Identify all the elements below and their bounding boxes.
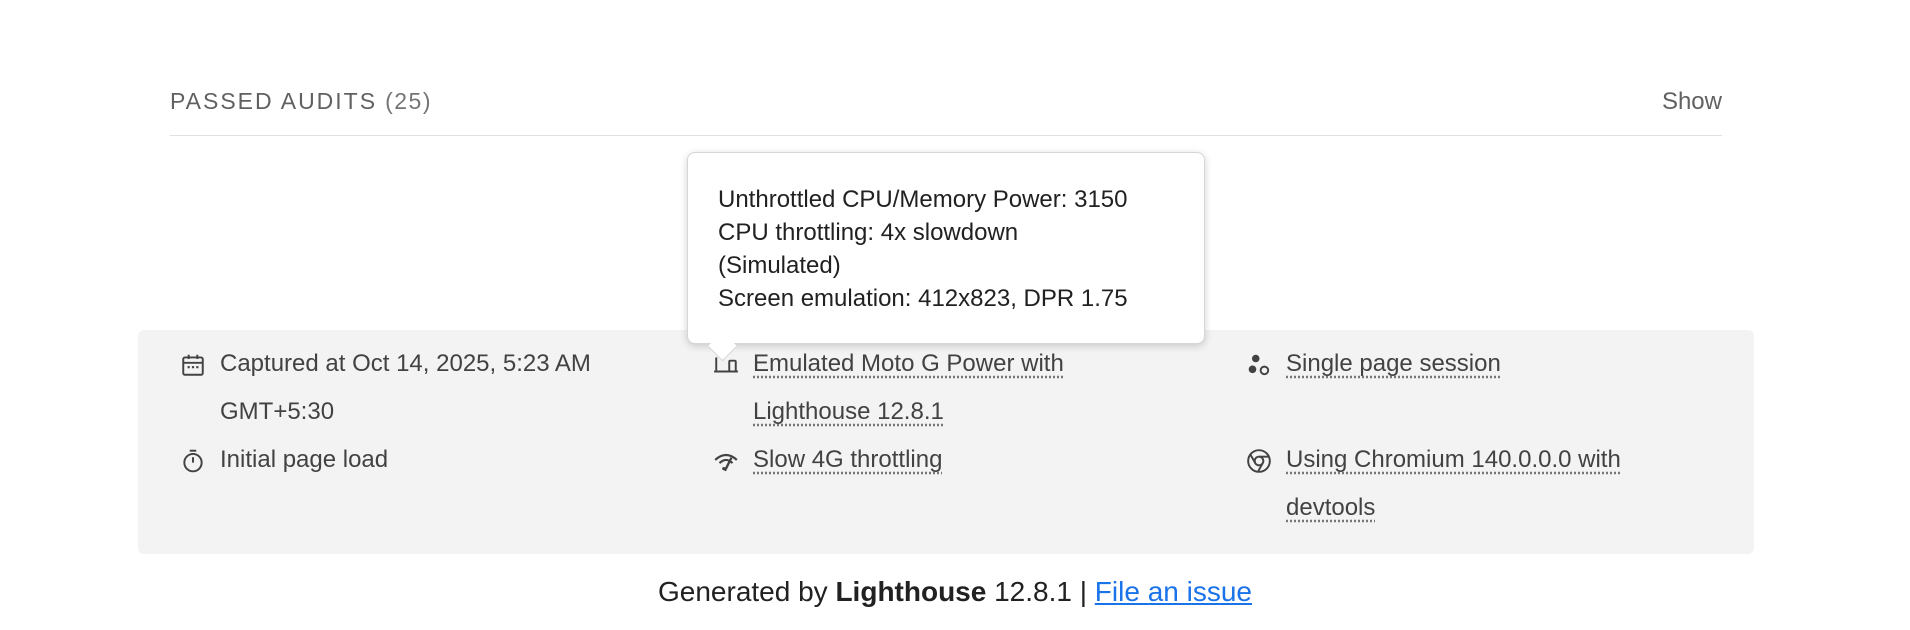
file-issue-link[interactable]: File an issue	[1095, 576, 1252, 607]
device-item[interactable]: Emulated Moto G Power with Lighthouse 12…	[713, 340, 1173, 436]
chrome-icon	[1247, 449, 1271, 473]
browser-text[interactable]: Using Chromium 140.0.0.0 with devtools	[1246, 436, 1726, 532]
session-text[interactable]: Single page session	[1246, 340, 1706, 388]
tooltip-cpu-power: Unthrottled CPU/Memory Power: 3150	[718, 186, 1128, 213]
network-icon	[714, 453, 738, 472]
page-load-text: Initial page load	[220, 446, 389, 473]
captured-at-item: Captured at Oct 14, 2025, 5:23 AM GMT+5:…	[180, 340, 650, 436]
runtime-settings-panel: Captured at Oct 14, 2025, 5:23 AM GMT+5:…	[138, 330, 1754, 554]
device-tooltip: Unthrottled CPU/Memory Power: 3150 CPU t…	[687, 152, 1205, 344]
device-link-line1[interactable]: Emulated Moto G Power with	[753, 350, 1064, 377]
show-toggle-button[interactable]: Show	[1662, 88, 1722, 116]
browser-link-line2[interactable]: devtools	[1286, 494, 1375, 521]
stopwatch-icon	[183, 449, 203, 473]
browser-link-line1[interactable]: Using Chromium 140.0.0.0 with	[1286, 446, 1621, 473]
lighthouse-brand: Lighthouse	[835, 576, 987, 607]
browser-item[interactable]: Using Chromium 140.0.0.0 with devtools	[1246, 436, 1726, 532]
captured-at-line1: Captured at Oct 14, 2025, 5:23 AM	[220, 350, 591, 377]
calendar-icon	[182, 354, 204, 376]
throttling-text[interactable]: Slow 4G throttling	[713, 436, 1173, 484]
session-icon	[1248, 354, 1270, 376]
session-link[interactable]: Single page session	[1286, 350, 1501, 377]
page-load-item: Initial page load	[180, 436, 650, 484]
throttling-item[interactable]: Slow 4G throttling	[713, 436, 1173, 484]
tooltip-screen-emulation: Screen emulation: 412x823, DPR 1.75	[718, 285, 1128, 312]
generated-prefix: Generated by	[658, 576, 828, 607]
passed-audits-count: (25)	[385, 88, 432, 114]
generated-by-footer: Generated by Lighthouse 12.8.1 | File an…	[0, 576, 1910, 608]
passed-audits-header[interactable]: PASSED AUDITS (25) Show	[170, 78, 1722, 136]
lighthouse-report-page: PASSED AUDITS (25) Show Captured at Oct 1…	[0, 0, 1910, 630]
tooltip-simulated: (Simulated)	[718, 252, 841, 279]
session-item[interactable]: Single page session	[1246, 340, 1706, 388]
captured-at-line2: GMT+5:30	[220, 398, 335, 425]
device-link-line2[interactable]: Lighthouse 12.8.1	[753, 398, 944, 425]
lighthouse-version: 12.8.1 |	[994, 576, 1088, 607]
passed-audits-title: PASSED AUDITS (25)	[170, 88, 432, 115]
passed-audits-label: PASSED AUDITS	[170, 88, 378, 114]
throttling-link[interactable]: Slow 4G throttling	[753, 446, 942, 473]
captured-at-text: Captured at Oct 14, 2025, 5:23 AM GMT+5:…	[180, 340, 650, 436]
tooltip-cpu-throttling: CPU throttling: 4x slowdown	[718, 219, 1019, 246]
device-text[interactable]: Emulated Moto G Power with Lighthouse 12…	[713, 340, 1173, 436]
